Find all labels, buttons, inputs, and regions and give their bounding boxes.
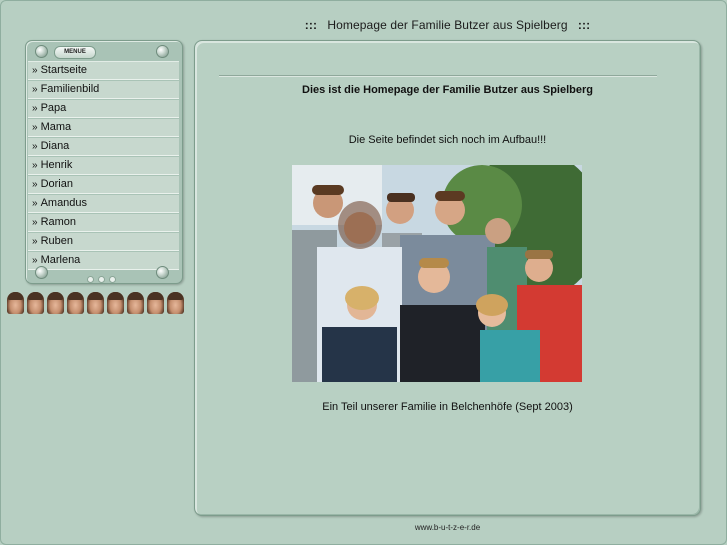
arrow-icon: » — [32, 179, 38, 190]
face-thumbnail[interactable] — [27, 292, 44, 314]
knob-icon — [35, 45, 48, 58]
arrow-icon: » — [32, 217, 38, 228]
construction-notice: Die Seite befindet sich noch im Aufbau!!… — [348, 134, 547, 146]
menu-item-label: Henrik — [40, 159, 73, 171]
menu-label: MENUE — [54, 46, 96, 59]
page-header: ::: Homepage der Familie Butzer aus Spie… — [195, 18, 700, 32]
face-thumbnail[interactable] — [67, 292, 84, 314]
header-separator-right: ::: — [577, 18, 591, 32]
arrow-icon: » — [32, 141, 38, 152]
menu-item-dorian[interactable]: » Dorian — [28, 176, 179, 194]
menu-item-label: Papa — [40, 102, 67, 114]
divider — [219, 75, 657, 77]
menu-item-ramon[interactable]: » Ramon — [28, 214, 179, 232]
menu-item-mama[interactable]: » Mama — [28, 119, 179, 137]
face-thumbnail[interactable] — [7, 292, 24, 314]
menu-item-amandus[interactable]: » Amandus — [28, 195, 179, 213]
photo-caption: Ein Teil unserer Familie in Belchenhöfe … — [322, 401, 573, 413]
dots-icon — [85, 270, 118, 288]
menu-item-label: Familienbild — [40, 83, 100, 95]
knob-icon — [156, 266, 169, 279]
family-photo — [292, 165, 582, 382]
menu-item-label: Diana — [40, 140, 70, 152]
sidebar-menu: MENUE » Startseite » Familienbild » Papa » M… — [25, 40, 183, 284]
menu-item-startseite[interactable]: » Startseite — [28, 62, 179, 80]
menu-item-papa[interactable]: » Papa — [28, 100, 179, 118]
arrow-icon: » — [32, 160, 38, 171]
face-thumbnail[interactable] — [167, 292, 184, 314]
arrow-icon: » — [32, 103, 38, 114]
menu-item-familienbild[interactable]: » Familienbild — [28, 81, 179, 99]
menu-item-label: Dorian — [40, 178, 73, 190]
face-thumbnail[interactable] — [107, 292, 124, 314]
menu-item-henrik[interactable]: » Henrik — [28, 157, 179, 175]
header-title: Homepage der Familie Butzer aus Spielber… — [327, 18, 568, 32]
content-panel: Dies ist die Homepage der Familie Butzer… — [194, 40, 701, 516]
family-thumbnails — [7, 292, 187, 314]
arrow-icon: » — [32, 65, 38, 76]
menu-item-label: Ruben — [40, 235, 73, 247]
page-title: Dies ist die Homepage der Familie Butzer… — [302, 84, 593, 96]
menu-item-label: Mama — [40, 121, 72, 133]
menu-top-bar: MENUE — [26, 41, 182, 61]
arrow-icon: » — [32, 122, 38, 133]
header-separator-left: ::: — [304, 18, 318, 32]
family-photo-illustration — [292, 165, 582, 382]
arrow-icon: » — [32, 236, 38, 247]
arrow-icon: » — [32, 198, 38, 209]
face-thumbnail[interactable] — [87, 292, 104, 314]
arrow-icon: » — [32, 84, 38, 95]
menu-item-diana[interactable]: » Diana — [28, 138, 179, 156]
menu-item-label: Ramon — [40, 216, 77, 228]
knob-icon — [35, 266, 48, 279]
knob-icon — [156, 45, 169, 58]
footer-url-link[interactable]: www.b-u-t-z-e-r.de — [195, 523, 700, 532]
menu-item-ruben[interactable]: » Ruben — [28, 233, 179, 251]
menu-item-label: Amandus — [40, 197, 88, 209]
face-thumbnail[interactable] — [147, 292, 164, 314]
face-thumbnail[interactable] — [127, 292, 144, 314]
menu-item-label: Startseite — [40, 64, 88, 76]
menu-bottom-bar — [26, 263, 182, 283]
menu-list: » Startseite » Familienbild » Papa » Mama » D… — [28, 61, 179, 271]
face-thumbnail[interactable] — [47, 292, 64, 314]
